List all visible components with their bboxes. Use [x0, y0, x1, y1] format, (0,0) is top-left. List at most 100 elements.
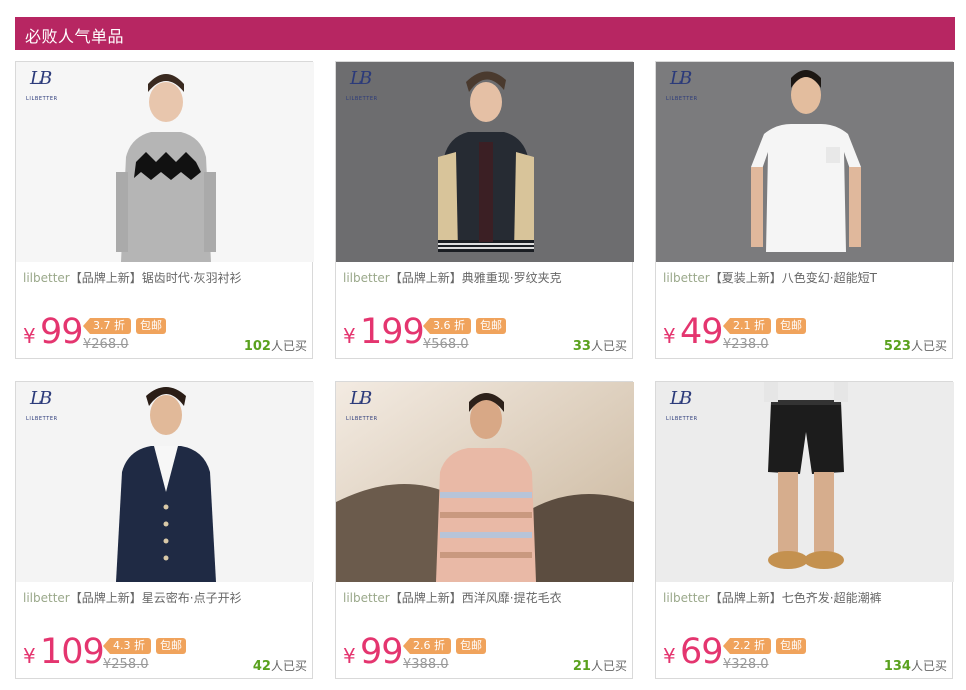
original-price: ¥238.0 [723, 337, 769, 352]
brand-logo-mark: LB [30, 388, 52, 409]
brand-logo-wordmark: LILBETTER [26, 96, 58, 102]
price-row: ¥ 69 2.2 折 包邮 ¥328.0 134人已买 [663, 628, 947, 676]
original-price: ¥388.0 [403, 657, 449, 672]
discount-tag: 2.2 折 [723, 638, 771, 654]
original-price: ¥258.0 [103, 657, 149, 672]
product-card[interactable]: LB LILBETTER lilbetter【品牌上新】典雅重现·罗纹夹克 ¥ … [335, 61, 634, 359]
sale-price: 199 [360, 312, 425, 352]
product-name[interactable]: lilbetter【品牌上新】星云密布·点子开衫 [23, 589, 242, 606]
brand-logo-wordmark: LILBETTER [666, 96, 698, 102]
sold-suffix: 人已买 [910, 339, 947, 353]
sold-count: 42人已买 [253, 657, 307, 674]
brand-logo-mark: LB [670, 388, 692, 409]
price-row: ¥ 109 4.3 折 包邮 ¥258.0 42人已买 [23, 628, 307, 676]
product-grid: LB LILBETTER lilbetter【品牌上新】锯齿时代·灰羽衬衫 ¥ … [15, 61, 955, 681]
brand-logo-wordmark: LILBETTER [346, 416, 378, 422]
discount-tag: 2.1 折 [723, 318, 771, 334]
product-brand: lilbetter [663, 591, 710, 605]
brand-logo-mark: LB [350, 388, 372, 409]
brand-logo: LB LILBETTER [346, 388, 380, 424]
product-category: 【品牌上新】 [709, 591, 782, 605]
brand-logo: LB LILBETTER [666, 68, 700, 104]
currency-symbol: ¥ [663, 644, 676, 668]
product-category: 【品牌上新】 [389, 591, 462, 605]
product-name[interactable]: lilbetter【品牌上新】西洋风靡·提花毛衣 [343, 589, 562, 606]
free-shipping-tag: 包邮 [156, 638, 186, 654]
price-row: ¥ 99 3.7 折 包邮 ¥268.0 102人已买 [23, 308, 307, 356]
product-category: 【夏装上新】 [709, 271, 782, 285]
section-title: 必败人气单品 [25, 27, 125, 46]
product-card[interactable]: LB LILBETTER lilbetter【夏装上新】八色变幻·超能短T ¥ … [655, 61, 954, 359]
product-name[interactable]: lilbetter【夏装上新】八色变幻·超能短T [663, 269, 877, 286]
brand-logo-mark: LB [350, 68, 372, 89]
sale-price: 49 [680, 312, 724, 352]
product-card[interactable]: LB LILBETTER lilbetter【品牌上新】七色齐发·超能潮裤 ¥ … [655, 381, 954, 679]
product-card[interactable]: LB LILBETTER lilbetter【品牌上新】锯齿时代·灰羽衬衫 ¥ … [15, 61, 314, 359]
product-category: 【品牌上新】 [69, 591, 142, 605]
sold-number: 102 [243, 339, 271, 354]
product-photo[interactable]: LB LILBETTER [656, 382, 954, 582]
product-title: 星云密布·点子开衫 [141, 591, 242, 605]
brand-logo-wordmark: LILBETTER [26, 416, 58, 422]
brand-logo: LB LILBETTER [26, 388, 60, 424]
product-photo[interactable]: LB LILBETTER [16, 62, 314, 262]
sold-count: 523人已买 [884, 337, 947, 354]
original-price: ¥328.0 [723, 657, 769, 672]
free-shipping-tag: 包邮 [476, 318, 506, 334]
discount-tag: 3.6 折 [423, 318, 471, 334]
currency-symbol: ¥ [23, 644, 36, 668]
product-title: 锯齿时代·灰羽衬衫 [141, 271, 242, 285]
sold-number: 21 [572, 659, 591, 674]
sold-number: 523 [883, 339, 911, 354]
product-photo[interactable]: LB LILBETTER [336, 62, 634, 262]
product-brand: lilbetter [23, 591, 70, 605]
currency-symbol: ¥ [23, 324, 36, 348]
product-title: 典雅重现·罗纹夹克 [461, 271, 562, 285]
brand-logo: LB LILBETTER [666, 388, 700, 424]
sold-suffix: 人已买 [590, 659, 627, 673]
sold-count: 33人已买 [573, 337, 627, 354]
price-row: ¥ 49 2.1 折 包邮 ¥238.0 523人已买 [663, 308, 947, 356]
original-price: ¥568.0 [423, 337, 469, 352]
brand-logo-wordmark: LILBETTER [346, 96, 378, 102]
product-brand: lilbetter [343, 271, 390, 285]
sold-number: 134 [883, 659, 911, 674]
sold-count: 102人已买 [244, 337, 307, 354]
product-photo[interactable]: LB LILBETTER [656, 62, 954, 262]
product-name[interactable]: lilbetter【品牌上新】典雅重现·罗纹夹克 [343, 269, 562, 286]
brand-logo-mark: LB [670, 68, 692, 89]
sold-suffix: 人已买 [910, 659, 947, 673]
product-category: 【品牌上新】 [389, 271, 462, 285]
brand-logo-mark: LB [30, 68, 52, 89]
discount-tag: 2.6 折 [403, 638, 451, 654]
product-card[interactable]: LB LILBETTER lilbetter【品牌上新】星云密布·点子开衫 ¥ … [15, 381, 314, 679]
discount-tag: 3.7 折 [83, 318, 131, 334]
discount-tag: 4.3 折 [103, 638, 151, 654]
sold-number: 33 [572, 339, 591, 354]
sold-count: 21人已买 [573, 657, 627, 674]
brand-logo: LB LILBETTER [26, 68, 60, 104]
free-shipping-tag: 包邮 [776, 318, 806, 334]
product-brand: lilbetter [343, 591, 390, 605]
product-card[interactable]: LB LILBETTER lilbetter【品牌上新】西洋风靡·提花毛衣 ¥ … [335, 381, 634, 679]
price-row: ¥ 99 2.6 折 包邮 ¥388.0 21人已买 [343, 628, 627, 676]
product-photo[interactable]: LB LILBETTER [336, 382, 634, 582]
product-name[interactable]: lilbetter【品牌上新】七色齐发·超能潮裤 [663, 589, 882, 606]
product-photo[interactable]: LB LILBETTER [16, 382, 314, 582]
sale-price: 69 [680, 632, 724, 672]
currency-symbol: ¥ [343, 324, 356, 348]
product-name[interactable]: lilbetter【品牌上新】锯齿时代·灰羽衬衫 [23, 269, 242, 286]
free-shipping-tag: 包邮 [456, 638, 486, 654]
product-title: 西洋风靡·提花毛衣 [461, 591, 562, 605]
brand-logo-wordmark: LILBETTER [666, 416, 698, 422]
sold-suffix: 人已买 [270, 339, 307, 353]
product-brand: lilbetter [23, 271, 70, 285]
sold-suffix: 人已买 [590, 339, 627, 353]
sale-price: 109 [40, 632, 105, 672]
section-header: 必败人气单品 [15, 17, 955, 50]
original-price: ¥268.0 [83, 337, 129, 352]
currency-symbol: ¥ [343, 644, 356, 668]
product-title: 八色变幻·超能短T [781, 271, 877, 285]
product-brand: lilbetter [663, 271, 710, 285]
free-shipping-tag: 包邮 [136, 318, 166, 334]
